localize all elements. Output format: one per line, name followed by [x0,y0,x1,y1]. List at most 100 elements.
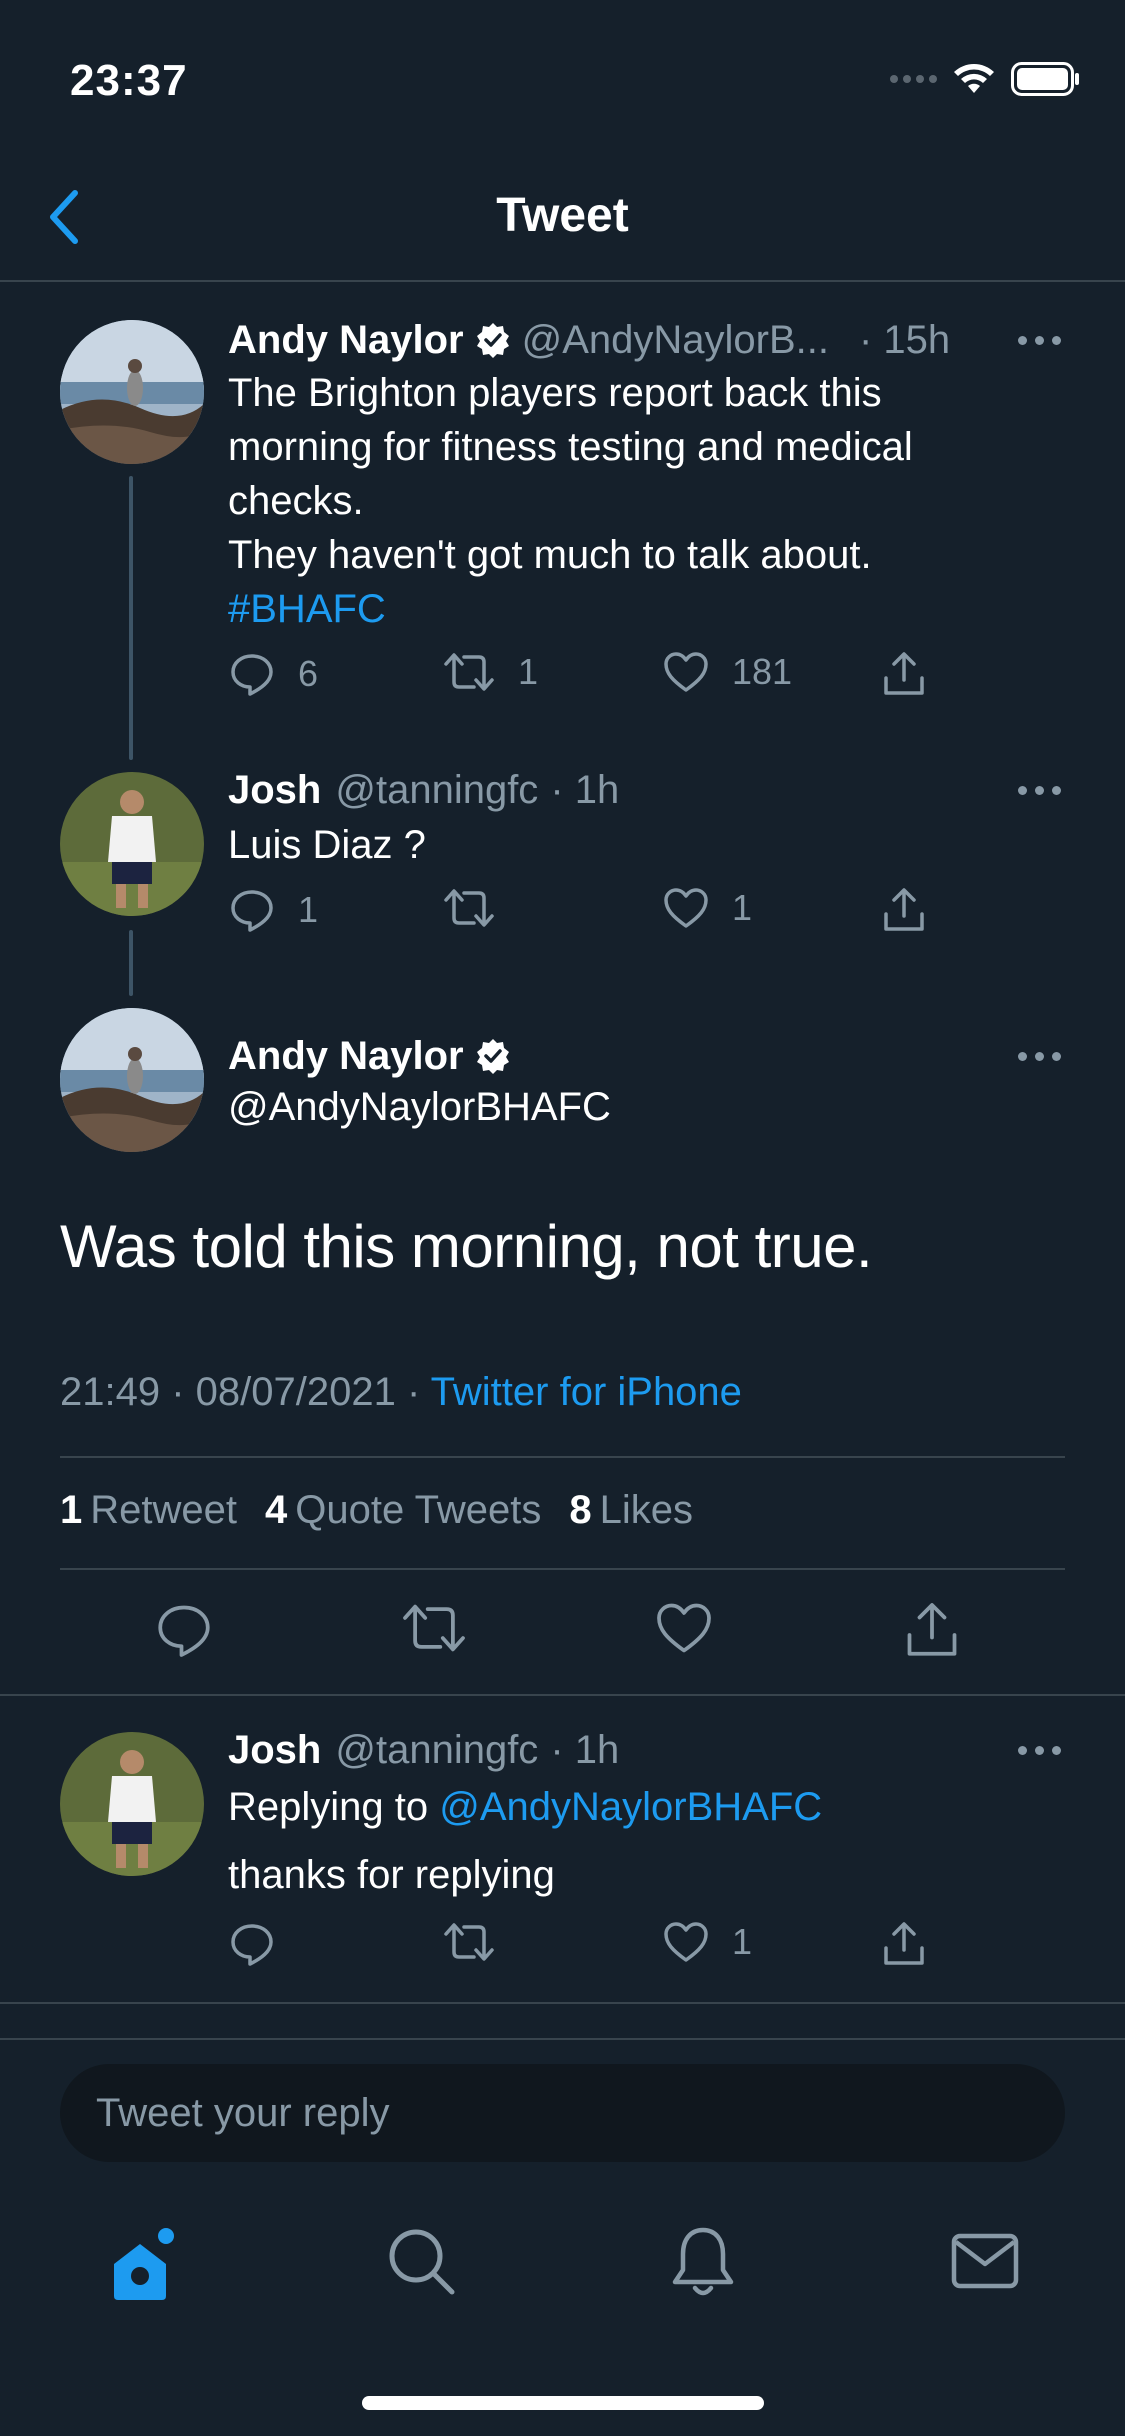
thread-line [129,476,133,760]
mail-icon [951,2233,1019,2289]
reply-button[interactable] [228,1920,276,1968]
wifi-icon [954,64,994,93]
share-button[interactable] [902,1600,962,1665]
nav-header: Tweet [0,150,1125,282]
retweet-icon [403,1604,465,1652]
share-icon [884,888,924,931]
retweet-icon [444,889,494,927]
tweet-actions: 6 1 181 [228,650,988,710]
tweet-text-line: checks. [228,479,364,523]
tweet-text-line: morning for fitness testing and medical [228,425,913,469]
like-button[interactable]: 1 [662,886,752,930]
tweet-stats: 1 Retweet 4 Quote Tweets 8 Likes [60,1488,693,1533]
avatar[interactable] [60,1732,204,1876]
main-tweet-text: Was told this morning, not true. [60,1213,873,1280]
divider [0,1694,1125,1696]
source-link[interactable]: Twitter for iPhone [431,1370,742,1414]
heart-icon [664,652,708,692]
reply-button[interactable]: 6 [228,650,318,698]
verified-badge-icon [474,1037,512,1075]
timestamp-text: 21:49 · 08/07/2021 · [60,1370,431,1414]
author-name[interactable]: Andy Naylor [228,318,464,363]
retweet-count: 1 [518,651,539,692]
tweet-time: · 1h [550,1727,620,1772]
bell-icon [672,2227,734,2296]
tweet-text: thanks for replying [228,1853,555,1897]
more-options-button[interactable] [1018,336,1061,345]
verified-badge-icon [474,321,512,359]
avatar[interactable] [60,320,204,464]
like-count: 1 [732,1921,753,1962]
retweet-button[interactable]: 1 [442,650,538,694]
reply-button[interactable]: 1 [228,886,318,934]
tweet-time: · 15h [859,317,951,362]
avatar[interactable] [60,1008,204,1152]
author-handle: @AndyNaylorB... [521,317,829,362]
reply-icon [231,890,273,932]
author-handle: @tanningfc [335,767,539,812]
retweet-icon [444,1923,494,1961]
like-button[interactable] [654,1600,714,1661]
status-bar: 23:37 [0,0,1125,150]
tweet-header: Josh @tanningfc · 1h [228,1722,1085,1778]
author-name[interactable]: Josh [228,768,321,813]
tweet-text: Luis Diaz ? [228,823,426,867]
like-button[interactable]: 1 [662,1920,752,1964]
tweet-header: Andy Naylor @AndyNaylorB... · 15h [228,312,1085,368]
like-button[interactable]: 181 [662,650,792,694]
divider [60,1456,1065,1458]
more-options-button[interactable] [1018,1746,1061,1755]
reply-icon [158,1605,210,1657]
author-name[interactable]: Josh [228,1728,321,1773]
retweets-stat[interactable]: 1 Retweet [60,1488,237,1533]
tab-search[interactable] [384,2224,458,2303]
divider [0,2002,1125,2004]
retweet-button[interactable] [442,886,496,930]
share-button[interactable] [880,1920,928,1968]
likes-stat[interactable]: 8 Likes [569,1488,693,1533]
tab-notifications[interactable] [666,2224,740,2307]
hashtag-link[interactable]: #BHAFC [228,582,1065,636]
tab-messages[interactable] [948,2224,1022,2303]
tweet-actions: 1 1 [228,886,988,946]
tweet-timestamp: 21:49 · 08/07/2021 · Twitter for iPhone [60,1370,742,1415]
retweet-icon [444,653,494,691]
quotes-stat[interactable]: 4 Quote Tweets [265,1488,541,1533]
tab-home[interactable] [106,2224,180,2309]
reply-icon [231,654,273,696]
replying-to-link[interactable]: @AndyNaylorBHAFC [439,1785,822,1829]
divider [60,1568,1065,1570]
heart-icon [657,1603,711,1653]
retweet-button[interactable] [400,1600,468,1661]
share-button[interactable] [880,650,928,698]
heart-icon [664,1922,708,1962]
reply-button[interactable] [154,1600,214,1665]
tweet-actions: 1 [228,1920,988,1980]
tweet-header: Josh @tanningfc · 1h [228,762,1085,818]
avatar[interactable] [60,772,204,916]
reply-count: 1 [298,889,319,930]
search-icon [389,2229,455,2295]
more-options-button[interactable] [1018,786,1061,795]
battery-icon [1011,62,1079,96]
divider [0,2038,1125,2040]
status-icons [890,62,1081,96]
tweet-time: · 1h [550,767,620,812]
more-options-button[interactable] [1018,1052,1061,1061]
reply-input-placeholder: Tweet your reply [96,2090,390,2135]
home-indicator [362,2396,764,2410]
signal-icon [890,75,937,83]
status-time: 23:37 [70,56,188,105]
reply-count: 6 [298,653,319,694]
reply-input[interactable]: Tweet your reply [60,2064,1065,2162]
main-tweet-actions [0,1600,1125,1670]
share-icon [884,652,924,695]
author-handle: @tanningfc [335,1727,539,1772]
tweet-header: Andy Naylor [228,1028,1085,1084]
author-name[interactable]: Andy Naylor [228,1034,464,1079]
author-handle: @AndyNaylorBHAFC [228,1085,611,1129]
home-icon [114,2228,174,2300]
retweet-button[interactable] [442,1920,496,1964]
tweet-text-line: The Brighton players report back this [228,371,882,415]
share-button[interactable] [880,886,928,934]
